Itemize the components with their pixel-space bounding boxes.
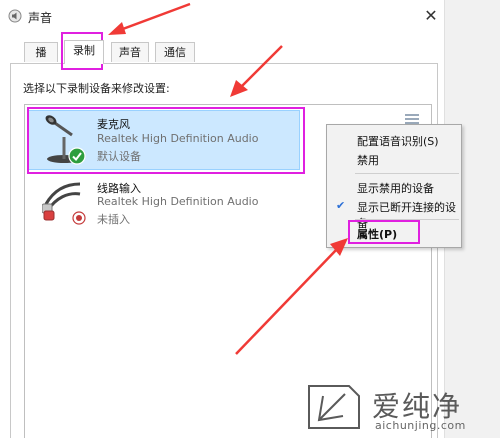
device-driver: Realtek High Definition Audio [97, 195, 259, 208]
close-button[interactable]: ✕ [422, 7, 440, 25]
menu-item-disable[interactable]: 禁用 [357, 152, 379, 168]
speaker-icon [8, 9, 22, 23]
check-icon: ✔ [336, 199, 346, 212]
window-title: 声音 [28, 11, 53, 25]
watermark-logo-icon [308, 385, 360, 429]
device-status: 未插入 [97, 213, 130, 226]
unplugged-icon [72, 211, 86, 225]
device-name: 线路输入 [97, 182, 141, 195]
watermark-url: aichunjing.com [375, 419, 466, 432]
highlight-box-microphone [27, 107, 305, 174]
tab-communications[interactable]: 通信 [155, 42, 195, 62]
highlight-box-properties [348, 220, 420, 244]
menu-separator [355, 173, 459, 174]
instruction-text: 选择以下录制设备来修改设置: [23, 82, 170, 95]
level-meter-icon [405, 114, 419, 124]
menu-item-configure-speech[interactable]: 配置语音识别(S) [357, 133, 439, 149]
tab-sounds[interactable]: 声音 [111, 42, 149, 62]
tab-recording[interactable]: 录制 [64, 40, 104, 64]
tab-playback[interactable]: 播放 [24, 42, 58, 79]
menu-item-show-disabled[interactable]: 显示禁用的设备 [357, 180, 434, 196]
